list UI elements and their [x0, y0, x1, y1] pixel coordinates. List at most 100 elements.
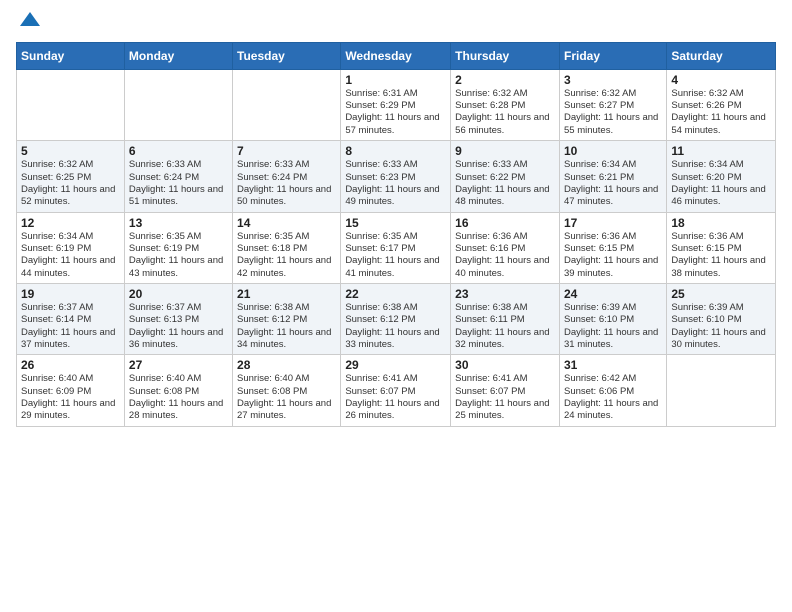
day-info: Sunrise: 6:34 AM Sunset: 6:19 PM Dayligh… [21, 231, 120, 280]
calendar-cell: 10Sunrise: 6:34 AM Sunset: 6:21 PM Dayli… [559, 141, 666, 212]
day-info: Sunrise: 6:42 AM Sunset: 6:06 PM Dayligh… [564, 373, 662, 422]
calendar-cell: 24Sunrise: 6:39 AM Sunset: 6:10 PM Dayli… [559, 283, 666, 354]
header-tuesday: Tuesday [233, 42, 341, 69]
day-info: Sunrise: 6:35 AM Sunset: 6:18 PM Dayligh… [237, 231, 336, 280]
calendar-cell: 30Sunrise: 6:41 AM Sunset: 6:07 PM Dayli… [451, 355, 560, 426]
day-number: 16 [455, 216, 555, 230]
calendar-cell [233, 69, 341, 140]
calendar-cell: 20Sunrise: 6:37 AM Sunset: 6:13 PM Dayli… [124, 283, 232, 354]
calendar-cell: 4Sunrise: 6:32 AM Sunset: 6:26 PM Daylig… [667, 69, 776, 140]
day-number: 22 [345, 287, 446, 301]
day-number: 13 [129, 216, 228, 230]
calendar-cell: 28Sunrise: 6:40 AM Sunset: 6:08 PM Dayli… [233, 355, 341, 426]
day-number: 11 [671, 144, 771, 158]
day-number: 9 [455, 144, 555, 158]
day-info: Sunrise: 6:36 AM Sunset: 6:15 PM Dayligh… [671, 231, 771, 280]
calendar-cell: 21Sunrise: 6:38 AM Sunset: 6:12 PM Dayli… [233, 283, 341, 354]
logo [16, 14, 40, 34]
day-number: 27 [129, 358, 228, 372]
day-info: Sunrise: 6:35 AM Sunset: 6:17 PM Dayligh… [345, 231, 446, 280]
calendar-cell [124, 69, 232, 140]
calendar-cell: 9Sunrise: 6:33 AM Sunset: 6:22 PM Daylig… [451, 141, 560, 212]
day-number: 12 [21, 216, 120, 230]
calendar-cell: 18Sunrise: 6:36 AM Sunset: 6:15 PM Dayli… [667, 212, 776, 283]
day-number: 5 [21, 144, 120, 158]
day-number: 8 [345, 144, 446, 158]
day-number: 17 [564, 216, 662, 230]
day-number: 4 [671, 73, 771, 87]
calendar-table: SundayMondayTuesdayWednesdayThursdayFrid… [16, 42, 776, 427]
calendar-cell: 7Sunrise: 6:33 AM Sunset: 6:24 PM Daylig… [233, 141, 341, 212]
day-info: Sunrise: 6:40 AM Sunset: 6:08 PM Dayligh… [129, 373, 228, 422]
calendar-cell: 13Sunrise: 6:35 AM Sunset: 6:19 PM Dayli… [124, 212, 232, 283]
calendar-cell: 25Sunrise: 6:39 AM Sunset: 6:10 PM Dayli… [667, 283, 776, 354]
header [16, 10, 776, 34]
day-info: Sunrise: 6:40 AM Sunset: 6:08 PM Dayligh… [237, 373, 336, 422]
day-info: Sunrise: 6:36 AM Sunset: 6:16 PM Dayligh… [455, 231, 555, 280]
day-info: Sunrise: 6:35 AM Sunset: 6:19 PM Dayligh… [129, 231, 228, 280]
day-info: Sunrise: 6:39 AM Sunset: 6:10 PM Dayligh… [671, 302, 771, 351]
day-number: 10 [564, 144, 662, 158]
week-row-3: 19Sunrise: 6:37 AM Sunset: 6:14 PM Dayli… [17, 283, 776, 354]
calendar-cell: 17Sunrise: 6:36 AM Sunset: 6:15 PM Dayli… [559, 212, 666, 283]
day-number: 26 [21, 358, 120, 372]
day-number: 1 [345, 73, 446, 87]
day-info: Sunrise: 6:32 AM Sunset: 6:28 PM Dayligh… [455, 88, 555, 137]
week-row-2: 12Sunrise: 6:34 AM Sunset: 6:19 PM Dayli… [17, 212, 776, 283]
day-number: 23 [455, 287, 555, 301]
calendar-cell: 19Sunrise: 6:37 AM Sunset: 6:14 PM Dayli… [17, 283, 125, 354]
week-row-4: 26Sunrise: 6:40 AM Sunset: 6:09 PM Dayli… [17, 355, 776, 426]
day-number: 25 [671, 287, 771, 301]
day-info: Sunrise: 6:32 AM Sunset: 6:25 PM Dayligh… [21, 159, 120, 208]
header-sunday: Sunday [17, 42, 125, 69]
header-thursday: Thursday [451, 42, 560, 69]
calendar-cell: 12Sunrise: 6:34 AM Sunset: 6:19 PM Dayli… [17, 212, 125, 283]
calendar-cell: 16Sunrise: 6:36 AM Sunset: 6:16 PM Dayli… [451, 212, 560, 283]
calendar-cell: 31Sunrise: 6:42 AM Sunset: 6:06 PM Dayli… [559, 355, 666, 426]
day-info: Sunrise: 6:34 AM Sunset: 6:20 PM Dayligh… [671, 159, 771, 208]
day-number: 7 [237, 144, 336, 158]
day-info: Sunrise: 6:33 AM Sunset: 6:23 PM Dayligh… [345, 159, 446, 208]
day-number: 2 [455, 73, 555, 87]
day-number: 20 [129, 287, 228, 301]
calendar-cell: 26Sunrise: 6:40 AM Sunset: 6:09 PM Dayli… [17, 355, 125, 426]
page: SundayMondayTuesdayWednesdayThursdayFrid… [0, 0, 792, 612]
day-number: 29 [345, 358, 446, 372]
header-monday: Monday [124, 42, 232, 69]
day-info: Sunrise: 6:32 AM Sunset: 6:26 PM Dayligh… [671, 88, 771, 137]
calendar-cell [667, 355, 776, 426]
day-number: 15 [345, 216, 446, 230]
day-info: Sunrise: 6:41 AM Sunset: 6:07 PM Dayligh… [455, 373, 555, 422]
header-friday: Friday [559, 42, 666, 69]
calendar-cell [17, 69, 125, 140]
calendar-cell: 22Sunrise: 6:38 AM Sunset: 6:12 PM Dayli… [341, 283, 451, 354]
day-number: 30 [455, 358, 555, 372]
day-info: Sunrise: 6:33 AM Sunset: 6:24 PM Dayligh… [237, 159, 336, 208]
day-info: Sunrise: 6:31 AM Sunset: 6:29 PM Dayligh… [345, 88, 446, 137]
day-info: Sunrise: 6:34 AM Sunset: 6:21 PM Dayligh… [564, 159, 662, 208]
calendar-cell: 5Sunrise: 6:32 AM Sunset: 6:25 PM Daylig… [17, 141, 125, 212]
day-number: 24 [564, 287, 662, 301]
day-info: Sunrise: 6:37 AM Sunset: 6:14 PM Dayligh… [21, 302, 120, 351]
day-info: Sunrise: 6:33 AM Sunset: 6:24 PM Dayligh… [129, 159, 228, 208]
day-number: 31 [564, 358, 662, 372]
day-number: 6 [129, 144, 228, 158]
calendar-cell: 14Sunrise: 6:35 AM Sunset: 6:18 PM Dayli… [233, 212, 341, 283]
day-info: Sunrise: 6:38 AM Sunset: 6:11 PM Dayligh… [455, 302, 555, 351]
calendar-cell: 11Sunrise: 6:34 AM Sunset: 6:20 PM Dayli… [667, 141, 776, 212]
week-row-0: 1Sunrise: 6:31 AM Sunset: 6:29 PM Daylig… [17, 69, 776, 140]
day-number: 21 [237, 287, 336, 301]
calendar-header-row: SundayMondayTuesdayWednesdayThursdayFrid… [17, 42, 776, 69]
calendar-cell: 6Sunrise: 6:33 AM Sunset: 6:24 PM Daylig… [124, 141, 232, 212]
calendar-cell: 8Sunrise: 6:33 AM Sunset: 6:23 PM Daylig… [341, 141, 451, 212]
calendar-cell: 3Sunrise: 6:32 AM Sunset: 6:27 PM Daylig… [559, 69, 666, 140]
calendar-cell: 27Sunrise: 6:40 AM Sunset: 6:08 PM Dayli… [124, 355, 232, 426]
week-row-1: 5Sunrise: 6:32 AM Sunset: 6:25 PM Daylig… [17, 141, 776, 212]
calendar-cell: 23Sunrise: 6:38 AM Sunset: 6:11 PM Dayli… [451, 283, 560, 354]
day-number: 19 [21, 287, 120, 301]
day-info: Sunrise: 6:38 AM Sunset: 6:12 PM Dayligh… [237, 302, 336, 351]
day-number: 28 [237, 358, 336, 372]
header-wednesday: Wednesday [341, 42, 451, 69]
day-info: Sunrise: 6:33 AM Sunset: 6:22 PM Dayligh… [455, 159, 555, 208]
day-info: Sunrise: 6:41 AM Sunset: 6:07 PM Dayligh… [345, 373, 446, 422]
